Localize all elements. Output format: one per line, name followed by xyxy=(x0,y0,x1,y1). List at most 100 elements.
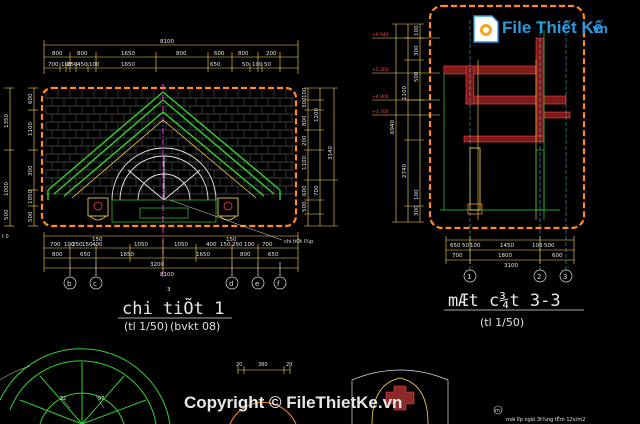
dim-top-2-4: 600 xyxy=(214,51,225,57)
bottom-note: m mãi lîp ngãi 3t¾ng tÊm 12v/m2 xyxy=(493,405,585,423)
logo-domain: .vn xyxy=(589,21,608,36)
dim-bottom-2-11: 700 xyxy=(262,242,273,248)
level-3: +3.700 xyxy=(372,109,389,115)
arch-window xyxy=(111,147,217,201)
sec-dim-6: 100 xyxy=(414,189,420,200)
dim-bottom-4-0: 3200 xyxy=(150,262,164,268)
section-dimension-texts: 100 300 500 1100 2740 6940 100 300 xyxy=(390,25,420,216)
section-3-3: +6.940 +5.300 +4.900 +3.700 100 300 500 … xyxy=(372,4,586,329)
dim-top-2-5: 800 xyxy=(238,51,249,57)
sec-bot-2-2: 600 xyxy=(552,253,563,259)
dim-top-2-1: 800 xyxy=(77,51,88,57)
section-grid-label-1: 1 xyxy=(467,273,471,281)
dim-right-5: 1200 xyxy=(314,108,320,122)
detail-grid-labels: b c d e f xyxy=(67,280,280,288)
dim-top-3-6: 650 xyxy=(210,62,221,68)
cad-drawing-canvas: 8100 800 800 1650 800 600 800 200 700 10… xyxy=(0,4,608,424)
dim-top-2-3: 800 xyxy=(176,51,187,57)
dim-bottom-3-3: 1650 xyxy=(196,252,210,258)
sec-dim-3: 1100 xyxy=(402,86,408,100)
grid-label-d: d xyxy=(229,280,233,288)
small-dim-0: 20 xyxy=(236,362,242,368)
sec-bot-1-0: 650 xyxy=(450,243,461,249)
dim-top-3-0: 700 xyxy=(48,62,59,68)
radial-dim-0: 22 xyxy=(60,396,66,402)
sec-dim-4: 2740 xyxy=(402,164,408,178)
detail-scale: (tl 1/50) xyxy=(124,320,168,333)
level-0: +6.940 xyxy=(372,32,389,38)
sec-dim-7: 300 xyxy=(414,205,420,216)
dim-bottom-2-8: 150 xyxy=(220,242,231,248)
dim-left-4: 500 xyxy=(28,211,34,222)
detail-ref: (bvkt 08) xyxy=(170,320,220,333)
sec-dim-0: 100 xyxy=(414,25,420,36)
dim-right-3: 200 xyxy=(302,135,308,146)
dim-bottom-5-0: 8100 xyxy=(160,272,174,278)
dim-right-8: 700 xyxy=(314,185,320,196)
small-dim-1: 380 xyxy=(258,362,268,368)
detail-bottom-dimension-texts: 150 150 700 100 250 150 400 1050 1050 40… xyxy=(50,237,279,278)
filethietke-logo: File Thiết Kế .vn xyxy=(473,15,608,43)
dim-bottom-3-2: 1650 xyxy=(120,252,134,258)
dim-bottom-2-6: 1050 xyxy=(174,242,188,248)
radial-dim-1: 97 xyxy=(98,396,104,402)
dim-bottom-2-10: 100 xyxy=(244,242,255,248)
detail-callout: chi tiÕt l¾p xyxy=(169,199,313,245)
dim-right-6: 3140 xyxy=(328,146,334,160)
dim-bottom-2-4: 400 xyxy=(92,242,103,248)
logo-icon xyxy=(473,15,499,43)
section-marker-3: 3 xyxy=(167,287,171,293)
small-dim-2: 20 xyxy=(286,362,292,368)
sec-bot-2-0: 700 xyxy=(452,253,463,259)
detail-elevation: 8100 800 800 1650 800 600 800 200 700 10… xyxy=(2,39,338,333)
level-1: +5.300 xyxy=(372,67,389,73)
detail-grid-bubbles xyxy=(63,262,287,290)
dim-left-2: 300 xyxy=(28,165,34,176)
dim-left-1: 1100 xyxy=(28,122,34,136)
section-structure xyxy=(440,20,571,270)
dim-bottom-2-7: 400 xyxy=(206,242,217,248)
section-grid-label-3: 3 xyxy=(563,273,567,281)
left-marker-text: t 0 xyxy=(2,234,9,240)
bottom-section-mark: m xyxy=(495,408,500,414)
dim-top-3-8: 100 xyxy=(252,62,263,68)
level-2: +4.900 xyxy=(372,94,389,100)
dim-top-3-7: 50 xyxy=(242,62,249,68)
radial-window-dims xyxy=(0,365,105,409)
detail-left-dimension-texts: 600 1100 300 1050 500 xyxy=(28,93,34,222)
dim-right-7: 600 xyxy=(302,185,308,196)
section-bottom-dimension-lines xyxy=(445,236,575,264)
grid-label-e: e xyxy=(255,280,259,288)
dim-right-0: 100 xyxy=(302,87,308,98)
dim-bottom-3-0: 800 xyxy=(52,252,63,258)
left-edge-dimensions: 1350 1000 500 xyxy=(4,87,14,227)
dim-top-2-0: 800 xyxy=(52,51,63,57)
sec-dim-5: 6940 xyxy=(390,120,396,134)
radial-window xyxy=(0,348,171,424)
detail-boundary-outline xyxy=(40,86,298,228)
section-level-markers: +6.940 +5.300 +4.900 +3.700 xyxy=(372,32,389,115)
dim-right-4: 1100 xyxy=(302,156,308,170)
dim-bottom-2-5: 1050 xyxy=(134,242,148,248)
sec-bot-1-1: 50 xyxy=(462,243,469,249)
sec-bot-3-0: 3100 xyxy=(504,263,518,269)
sec-bot-1-3: 1450 xyxy=(500,243,514,249)
bottom-partial-drawings: 22 97 20 380 20 m mãi lîp ngãi 3t¾ng tÊm… xyxy=(0,348,585,424)
dim-left-3: 1050 xyxy=(28,190,34,204)
sec-bot-1-5: 500 xyxy=(544,243,555,249)
section-title: mÆt c¾t 3-3 xyxy=(448,291,561,311)
dim-left-0: 600 xyxy=(28,93,34,104)
left-dim-1: 1000 xyxy=(4,182,10,196)
detail-title: chi tiÕt 1 xyxy=(122,297,224,319)
dim-top-2-2: 1650 xyxy=(121,51,135,57)
bottom-note-text: mãi lîp ngãi 3t¾ng tÊm 12v/m2 xyxy=(506,415,585,423)
section-bottom-dimension-texts: 650 50 100 1450 100 500 700 1800 600 310… xyxy=(450,243,563,269)
grid-label-f: f xyxy=(277,280,280,288)
grid-label-c: c xyxy=(93,280,97,288)
section-scale: (tl 1/50) xyxy=(480,316,524,329)
dim-top-3-5: 1650 xyxy=(121,62,135,68)
copyright-watermark: Copyright © FileThietKe.vn xyxy=(184,393,402,412)
section-grid-label-2: 2 xyxy=(537,273,541,281)
detail-top-dimension-texts: 8100 800 800 1650 800 600 800 200 700 10… xyxy=(48,39,277,68)
dim-top-3-9: 50 xyxy=(264,62,271,68)
